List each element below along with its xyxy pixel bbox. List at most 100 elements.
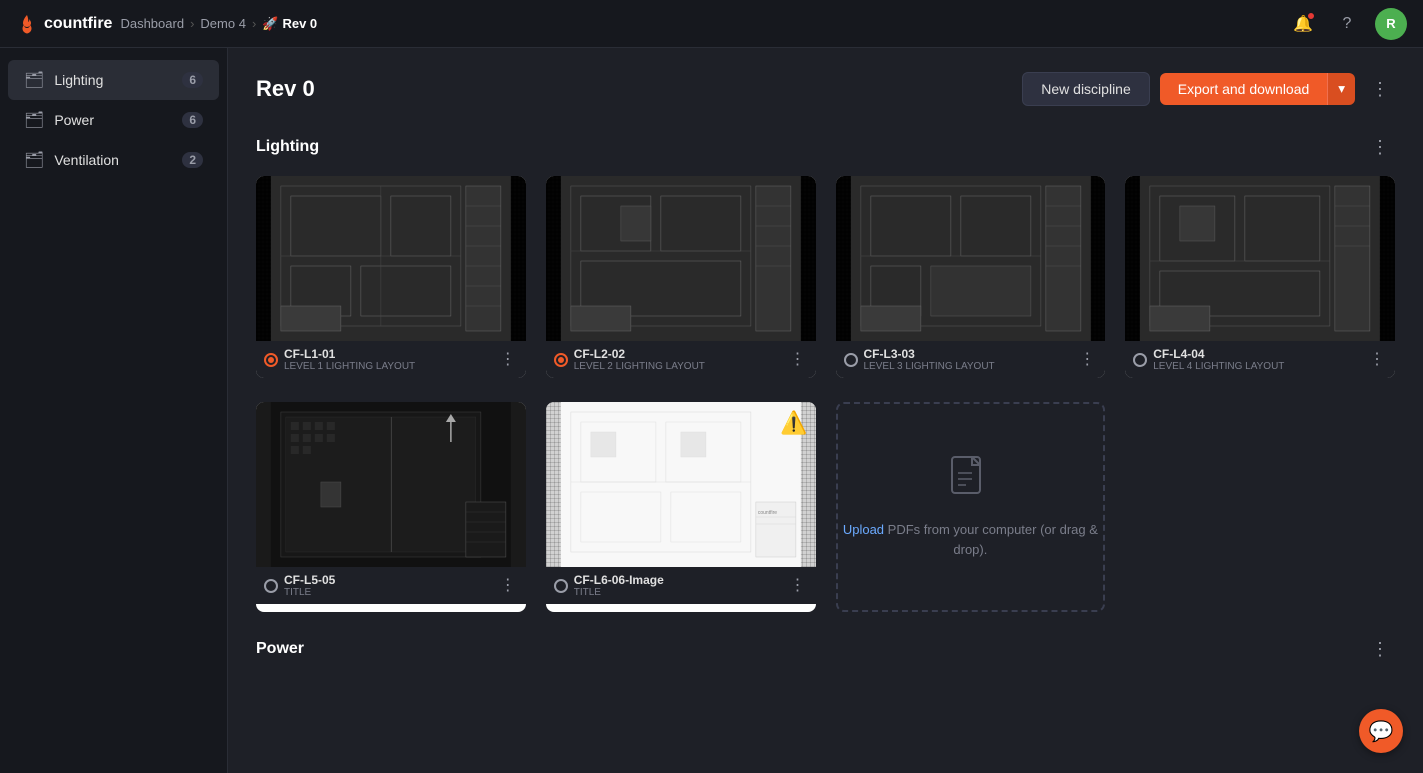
- card-footer-cf-l6-06: CF-L6-06-Image Title ⋮: [546, 567, 816, 604]
- svg-text:countfire: countfire: [758, 510, 777, 516]
- upload-card[interactable]: Upload PDFs from your computer (or drag …: [836, 402, 1106, 612]
- lighting-section-header: Lighting ⋮: [256, 134, 1395, 160]
- warning-icon: ⚠️: [780, 410, 807, 436]
- card-thumb-cf-l3-03: [836, 176, 1106, 341]
- sidebar: 🗂 Lighting 6 🗂 Power 6 🗂 Ventilation 2: [0, 48, 228, 773]
- main-layout: 🗂 Lighting 6 🗂 Power 6 🗂 Ventilation 2 R…: [0, 48, 1423, 773]
- blueprint-svg-3: [836, 176, 1106, 341]
- topnav-right: 🔔 ? R: [1287, 8, 1407, 40]
- lighting-section-title: Lighting: [256, 138, 319, 156]
- lighting-section-more-button[interactable]: ⋮: [1365, 134, 1395, 160]
- card-radio-cf-l5-05[interactable]: [264, 579, 278, 593]
- card-radio-cf-l2-02[interactable]: [554, 353, 568, 367]
- folder-icon-lighting: 🗂: [24, 70, 44, 90]
- card-thumb-cf-l4-04: [1125, 176, 1395, 341]
- sidebar-item-count-power: 6: [182, 112, 203, 128]
- card-thumb-cf-l2-02: [546, 176, 816, 341]
- breadcrumb: Dashboard › Demo 4 › 🚀 Rev 0: [120, 16, 317, 32]
- card-subtitle-cf-l6-06: Title: [574, 587, 782, 598]
- card-cf-l4-04[interactable]: CF-L4-04 LEVEL 4 LIGHTING LAYOUT ⋮: [1125, 176, 1395, 378]
- card-cf-l2-02[interactable]: CF-L2-02 LEVEL 2 LIGHTING LAYOUT ⋮: [546, 176, 816, 378]
- blueprint-svg-4: [1125, 176, 1395, 341]
- card-name-cf-l2-02: CF-L2-02: [574, 347, 782, 361]
- help-icon: ?: [1343, 15, 1352, 33]
- notification-dot: [1307, 12, 1315, 20]
- card-more-cf-l3-03[interactable]: ⋮: [1077, 352, 1097, 368]
- logo-icon: [16, 13, 38, 35]
- card-info-cf-l3-03: CF-L3-03 LEVEL 3 LIGHTING LAYOUT: [864, 347, 1072, 372]
- card-info-cf-l4-04: CF-L4-04 LEVEL 4 LIGHTING LAYOUT: [1153, 347, 1361, 372]
- upload-link[interactable]: Upload: [843, 522, 884, 537]
- sidebar-item-label-ventilation: Ventilation: [54, 152, 172, 168]
- card-more-cf-l4-04[interactable]: ⋮: [1367, 352, 1387, 368]
- card-thumb-cf-l1-01: [256, 176, 526, 341]
- card-info-cf-l1-01: CF-L1-01 LEVEL 1 LIGHTING LAYOUT: [284, 347, 492, 372]
- card-more-cf-l5-05[interactable]: ⋮: [498, 578, 518, 594]
- card-radio-cf-l6-06[interactable]: [554, 579, 568, 593]
- sidebar-item-label-power: Power: [54, 112, 172, 128]
- card-cf-l5-05[interactable]: CF-L5-05 Title ⋮: [256, 402, 526, 612]
- blueprint-svg-1: [256, 176, 526, 341]
- page-header: Rev 0 New discipline Export and download…: [256, 72, 1395, 106]
- folder-icon-ventilation: 🗂: [24, 150, 44, 170]
- user-avatar[interactable]: R: [1375, 8, 1407, 40]
- breadcrumb-demo4[interactable]: Demo 4: [200, 16, 246, 31]
- power-section: Power ⋮: [256, 636, 1395, 662]
- card-cf-l1-01[interactable]: CF-L1-01 LEVEL 1 LIGHTING LAYOUT ⋮: [256, 176, 526, 378]
- breadcrumb-sep-1: ›: [190, 16, 194, 31]
- breadcrumb-current: 🚀 Rev 0: [262, 16, 317, 32]
- card-radio-cf-l1-01[interactable]: [264, 353, 278, 367]
- card-info-cf-l5-05: CF-L5-05 Title: [284, 573, 492, 598]
- card-subtitle-cf-l4-04: LEVEL 4 LIGHTING LAYOUT: [1153, 361, 1361, 372]
- card-cf-l6-06[interactable]: countfire ⚠️ CF-L6-06-Image Title ⋮: [546, 402, 816, 612]
- rocket-icon: 🚀: [262, 16, 278, 32]
- power-section-header: Power ⋮: [256, 636, 1395, 662]
- card-info-cf-l2-02: CF-L2-02 LEVEL 2 LIGHTING LAYOUT: [574, 347, 782, 372]
- card-radio-cf-l4-04[interactable]: [1133, 353, 1147, 367]
- breadcrumb-sep-2: ›: [252, 16, 256, 31]
- card-footer-cf-l2-02: CF-L2-02 LEVEL 2 LIGHTING LAYOUT ⋮: [546, 341, 816, 378]
- card-name-cf-l3-03: CF-L3-03: [864, 347, 1072, 361]
- card-name-cf-l5-05: CF-L5-05: [284, 573, 492, 587]
- new-discipline-button[interactable]: New discipline: [1022, 72, 1149, 106]
- sidebar-item-power[interactable]: 🗂 Power 6: [8, 100, 219, 140]
- lighting-cards-row2: CF-L5-05 Title ⋮: [256, 402, 1395, 612]
- page-header-actions: New discipline Export and download ▾ ⋮: [1022, 72, 1395, 106]
- brand-name: countfire: [44, 15, 112, 33]
- card-more-cf-l6-06[interactable]: ⋮: [788, 578, 808, 594]
- blueprint-svg-6: countfire: [546, 402, 816, 567]
- notifications-button[interactable]: 🔔: [1287, 8, 1319, 40]
- chat-icon: 💬: [1369, 719, 1394, 744]
- export-dropdown-button[interactable]: ▾: [1327, 73, 1355, 105]
- help-button[interactable]: ?: [1331, 8, 1363, 40]
- card-cf-l3-03[interactable]: CF-L3-03 LEVEL 3 LIGHTING LAYOUT ⋮: [836, 176, 1106, 378]
- card-subtitle-cf-l3-03: LEVEL 3 LIGHTING LAYOUT: [864, 361, 1072, 372]
- export-button-group: Export and download ▾: [1160, 73, 1355, 105]
- sidebar-item-label-lighting: Lighting: [54, 72, 172, 88]
- card-more-cf-l1-01[interactable]: ⋮: [498, 352, 518, 368]
- card-thumb-cf-l5-05: [256, 402, 526, 567]
- card-footer-cf-l3-03: CF-L3-03 LEVEL 3 LIGHTING LAYOUT ⋮: [836, 341, 1106, 378]
- card-info-cf-l6-06: CF-L6-06-Image Title: [574, 573, 782, 598]
- power-section-more-button[interactable]: ⋮: [1365, 636, 1395, 662]
- lighting-cards-row1: CF-L1-01 LEVEL 1 LIGHTING LAYOUT ⋮: [256, 176, 1395, 378]
- card-name-cf-l6-06: CF-L6-06-Image: [574, 573, 782, 587]
- card-name-cf-l1-01: CF-L1-01: [284, 347, 492, 361]
- folder-icon-power: 🗂: [24, 110, 44, 130]
- lighting-section: Lighting ⋮: [256, 134, 1395, 612]
- card-more-cf-l2-02[interactable]: ⋮: [788, 352, 808, 368]
- card-radio-cf-l3-03[interactable]: [844, 353, 858, 367]
- card-footer-cf-l4-04: CF-L4-04 LEVEL 4 LIGHTING LAYOUT ⋮: [1125, 341, 1395, 378]
- card-subtitle-cf-l2-02: LEVEL 2 LIGHTING LAYOUT: [574, 361, 782, 372]
- card-subtitle-cf-l5-05: Title: [284, 587, 492, 598]
- page-more-button[interactable]: ⋮: [1365, 76, 1395, 102]
- topnav-left: countfire Dashboard › Demo 4 › 🚀 Rev 0: [16, 13, 317, 35]
- breadcrumb-dashboard[interactable]: Dashboard: [120, 16, 184, 31]
- card-subtitle-cf-l1-01: LEVEL 1 LIGHTING LAYOUT: [284, 361, 492, 372]
- blueprint-svg-5: [256, 402, 526, 567]
- sidebar-item-lighting[interactable]: 🗂 Lighting 6: [8, 60, 219, 100]
- export-button[interactable]: Export and download: [1160, 73, 1328, 105]
- chat-bubble[interactable]: 💬: [1359, 709, 1403, 753]
- sidebar-item-ventilation[interactable]: 🗂 Ventilation 2: [8, 140, 219, 180]
- sidebar-item-count-ventilation: 2: [182, 152, 203, 168]
